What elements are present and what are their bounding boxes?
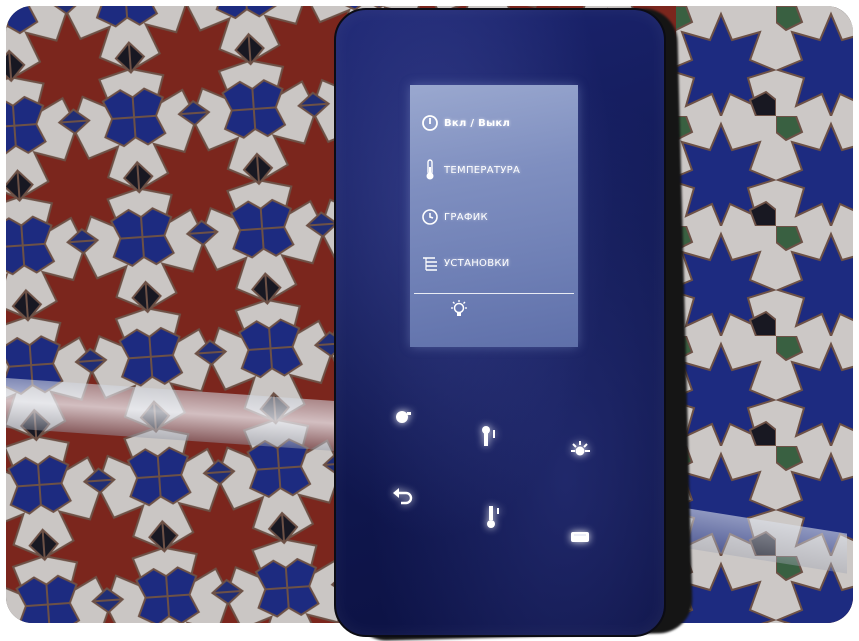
menu-item-temperature[interactable]: ТЕМПЕРАТУРА xyxy=(420,159,521,180)
power-icon xyxy=(420,113,440,133)
up-button[interactable] xyxy=(474,422,504,452)
bulb-icon xyxy=(571,441,590,456)
thermometer-icon xyxy=(420,159,440,180)
thermometer-up-icon xyxy=(482,426,495,446)
back-button[interactable] xyxy=(388,482,418,512)
menu-item-settings[interactable]: УСТАНОВКИ xyxy=(420,253,510,273)
back-arrow-icon xyxy=(393,488,413,505)
menu-item-label: ТЕМПЕРАТУРА xyxy=(444,164,521,176)
menu-item-label: Вкл / Выкл xyxy=(444,117,511,129)
power-icon xyxy=(396,411,411,423)
menu-button[interactable] xyxy=(566,522,596,552)
menu-icon xyxy=(571,532,589,542)
screen-divider xyxy=(414,293,574,294)
bulb-icon xyxy=(448,299,470,321)
power-button[interactable] xyxy=(388,402,418,432)
clock-icon xyxy=(420,207,440,227)
light-button[interactable] xyxy=(566,436,596,466)
settings-icon xyxy=(420,253,440,273)
menu-item-power[interactable]: Вкл / Выкл xyxy=(420,113,510,133)
thermostat-screen: Вкл / Выкл ТЕМПЕРАТУРА ГРАФИК УСТАНОВКИ xyxy=(410,85,578,347)
thermometer-down-icon xyxy=(487,506,499,528)
menu-item-label: ГРАФИК xyxy=(444,211,488,223)
menu-item-schedule[interactable]: ГРАФИК xyxy=(420,207,488,227)
down-button[interactable] xyxy=(478,502,508,532)
menu-item-label: УСТАНОВКИ xyxy=(444,257,510,269)
